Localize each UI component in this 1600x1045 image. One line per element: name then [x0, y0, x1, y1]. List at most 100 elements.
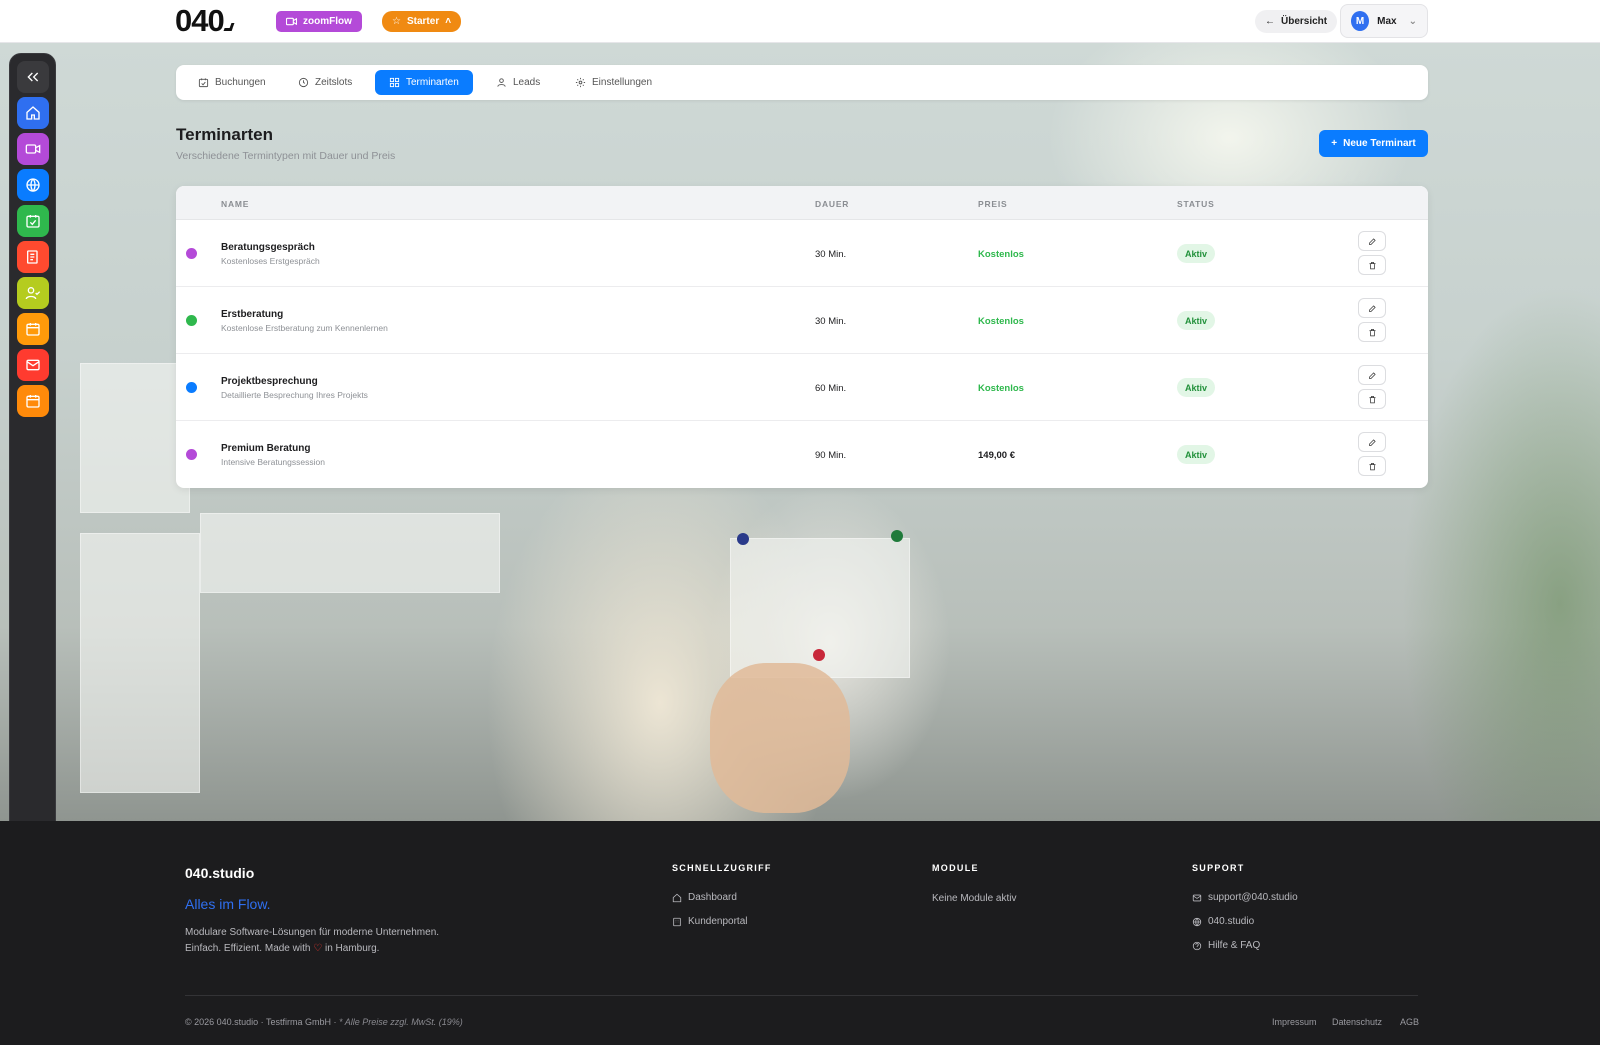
footer-link-email[interactable]: support@040.studio: [1192, 892, 1298, 903]
delete-button[interactable]: [1358, 255, 1386, 275]
delete-button[interactable]: [1358, 322, 1386, 342]
column-header-status: STATUS: [1177, 199, 1215, 209]
mail-icon: [26, 359, 40, 371]
sidebar-item-web[interactable]: [17, 169, 49, 201]
logo[interactable]: 040: [175, 3, 235, 39]
grid-icon: [389, 77, 400, 88]
clock-icon: [298, 77, 309, 88]
footer-link-dashboard[interactable]: Dashboard: [672, 892, 737, 903]
footer-link-website[interactable]: 040.studio: [1192, 916, 1254, 927]
appointment-type-description: Kostenlose Erstberatung zum Kennenlernen: [221, 323, 388, 333]
sidebar-item-invoices[interactable]: [17, 241, 49, 273]
arrow-left-icon: ←: [1265, 16, 1275, 27]
tab-label: Leads: [513, 77, 541, 88]
footer-made-with: Einfach. Effizient. Made with ♡ in Hambu…: [185, 943, 380, 954]
double-chevron-left-icon: [27, 72, 39, 82]
footer-description: Modulare Software-Lösungen für moderne U…: [185, 927, 440, 938]
footer-link-datenschutz[interactable]: Datenschutz: [1332, 1017, 1382, 1027]
sidebar-item-home[interactable]: [17, 97, 49, 129]
footer-link-kundenportal[interactable]: Kundenportal: [672, 916, 748, 927]
new-button-label: Neue Terminart: [1343, 138, 1416, 149]
table-row[interactable]: Beratungsgespräch Kostenloses Erstgespräc…: [176, 220, 1428, 287]
avatar: M: [1351, 11, 1370, 31]
delete-button[interactable]: [1358, 456, 1386, 476]
footer-divider: [185, 995, 1418, 996]
tab-terminarten[interactable]: Terminarten: [375, 70, 473, 95]
edit-button[interactable]: [1358, 231, 1386, 251]
home-icon: [26, 106, 40, 120]
footer-link-help[interactable]: Hilfe & FAQ: [1192, 940, 1260, 951]
footer-modules-text: Keine Module aktiv: [932, 893, 1017, 904]
sidebar-collapse-button[interactable]: [17, 61, 49, 93]
sidebar-item-zoomflow[interactable]: [17, 133, 49, 165]
sidebar-item-schedule[interactable]: [17, 385, 49, 417]
app-badge[interactable]: zoomFlow: [276, 11, 362, 32]
sidebar-item-contacts[interactable]: [17, 277, 49, 309]
appointment-type-duration: 30 Min.: [815, 249, 847, 260]
sidebar-item-calendar[interactable]: [17, 313, 49, 345]
appointment-type-name: Beratungsgespräch: [221, 242, 315, 253]
footer: 040.studio Alles im Flow. Modulare Softw…: [0, 821, 1600, 1045]
page-subtitle: Verschiedene Termintypen mit Dauer und P…: [176, 150, 396, 162]
status-badge: Aktiv: [1177, 311, 1216, 330]
footer-heading-quick: SCHNELLZUGRIFF: [672, 863, 772, 873]
tab-label: Zeitslots: [315, 77, 353, 88]
edit-icon: [1368, 371, 1376, 379]
app-badge-label: zoomFlow: [303, 16, 352, 27]
vat-note: * Alle Preise zzgl. MwSt. (19%): [339, 1017, 463, 1027]
sidebar-item-bookings[interactable]: [17, 205, 49, 237]
calendar-icon: [26, 395, 40, 408]
column-header-duration: DAUER: [815, 199, 850, 209]
edit-button[interactable]: [1358, 432, 1386, 452]
color-dot: [186, 382, 197, 393]
color-dot: [186, 449, 197, 460]
calendar-check-icon: [198, 78, 209, 88]
status-badge: Aktiv: [1177, 244, 1216, 263]
home-icon: [672, 893, 682, 902]
plan-badge[interactable]: ☆ Starter ˄: [382, 11, 462, 32]
appointment-type-description: Kostenloses Erstgespräch: [221, 256, 320, 266]
table-header: NAME DAUER PREIS STATUS: [176, 186, 1428, 220]
logo-mark-icon: [223, 23, 235, 31]
appointment-type-price: Kostenlos: [978, 316, 1024, 327]
appointment-type-duration: 60 Min.: [815, 383, 847, 394]
tab-label: Terminarten: [406, 77, 459, 88]
appointment-type-duration: 90 Min.: [815, 450, 847, 461]
sidebar-item-mail[interactable]: [17, 349, 49, 381]
edit-icon: [1368, 438, 1376, 446]
building-icon: [673, 917, 681, 926]
table-row[interactable]: Premium Beratung Intensive Beratungssessi…: [176, 421, 1428, 488]
help-circle-icon: [1192, 941, 1202, 950]
edit-button[interactable]: [1358, 298, 1386, 318]
plan-badge-label: Starter: [406, 16, 440, 27]
edit-icon: [1368, 304, 1376, 312]
plus-icon: +: [1331, 138, 1338, 149]
appointment-type-name: Erstberatung: [221, 309, 284, 320]
tab-leads[interactable]: Leads: [482, 70, 554, 95]
tab-einstellungen[interactable]: Einstellungen: [561, 70, 666, 95]
footer-link-agb[interactable]: AGB: [1400, 1017, 1419, 1027]
footer-heading-support: SUPPORT: [1192, 863, 1245, 873]
user-menu[interactable]: M Max ⌄: [1340, 4, 1428, 38]
calendar-icon: [26, 323, 40, 336]
mail-icon: [1192, 894, 1202, 901]
table-row[interactable]: Projektbesprechung Detaillierte Besprechu…: [176, 354, 1428, 421]
appointment-type-name: Projektbesprechung: [221, 376, 318, 387]
new-appointment-type-button[interactable]: + Neue Terminart: [1319, 130, 1428, 157]
appointment-type-description: Intensive Beratungssession: [221, 457, 325, 467]
overview-button[interactable]: ← Übersicht: [1255, 10, 1338, 33]
tab-zeitslots[interactable]: Zeitslots: [284, 70, 366, 95]
status-badge: Aktiv: [1177, 445, 1216, 464]
color-dot: [186, 315, 197, 326]
gear-icon: [575, 77, 586, 88]
user-check-icon: [25, 287, 41, 300]
heart-icon: ♡: [313, 943, 323, 954]
tab-buchungen[interactable]: Buchungen: [184, 70, 280, 95]
column-header-price: PREIS: [978, 199, 1008, 209]
footer-link-impressum[interactable]: Impressum: [1272, 1017, 1317, 1027]
star-icon: ☆: [392, 16, 401, 27]
edit-button[interactable]: [1358, 365, 1386, 385]
user-icon: [497, 78, 506, 87]
delete-button[interactable]: [1358, 389, 1386, 409]
table-row[interactable]: Erstberatung Kostenlose Erstberatung zum …: [176, 287, 1428, 354]
